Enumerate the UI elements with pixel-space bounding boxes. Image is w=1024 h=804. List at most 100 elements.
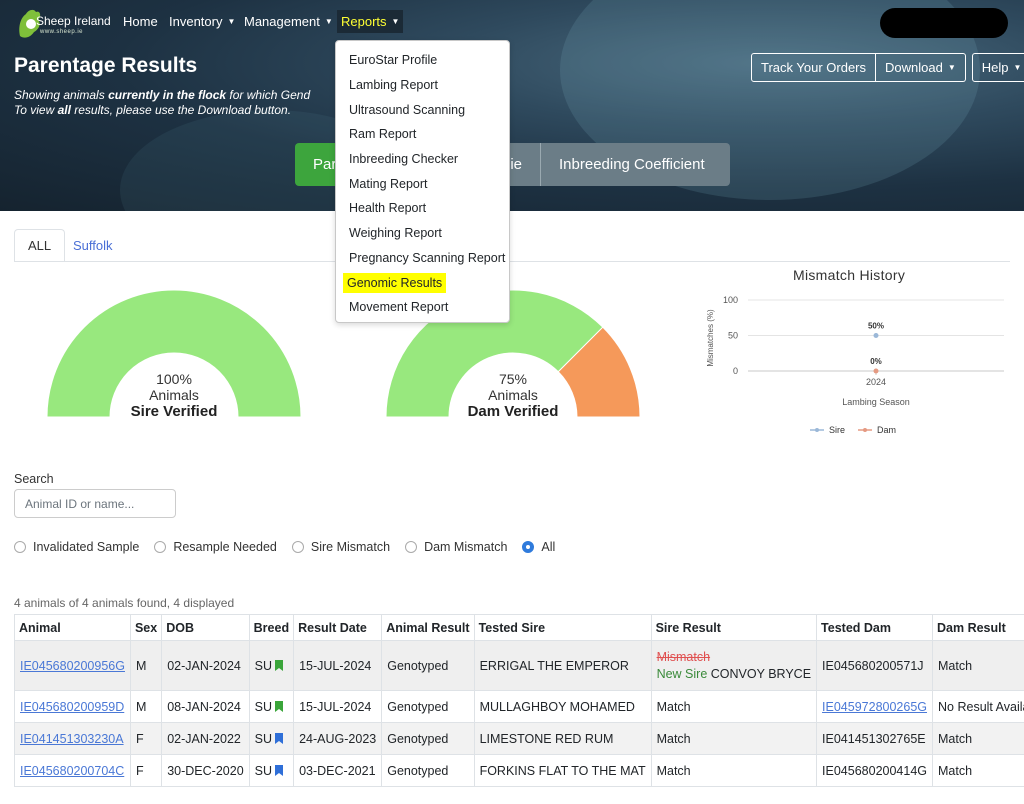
page-subtitle: Showing animals currently in the flock f… <box>14 88 311 117</box>
menu-item-ram-report[interactable]: Ram Report <box>336 122 509 147</box>
tested-sire-cell: LIMESTONE RED RUM <box>473 722 652 755</box>
dam-result-cell: No Result Available <box>932 690 1024 723</box>
animal-result-cell: Genotyped <box>381 640 475 691</box>
filter-sire-mismatch[interactable]: Sire Mismatch <box>291 540 390 554</box>
help-button[interactable]: Help ▼ <box>971 53 1024 82</box>
tested-dam-link[interactable]: IE045972800265G <box>822 700 927 714</box>
radio-circle-selected[interactable] <box>522 541 535 553</box>
chevron-down-icon: ▼ <box>947 63 956 72</box>
dob-cell: 02-JAN-2024 <box>161 640 250 691</box>
header-actions: Track Your Orders Download ▼ Help ▼ <box>751 53 1024 82</box>
track-orders-button[interactable]: Track Your Orders <box>751 53 877 82</box>
tabs-divider <box>14 261 1010 262</box>
menu-item-movement-report[interactable]: Movement Report <box>336 295 509 320</box>
radio-circle[interactable] <box>14 541 26 553</box>
col-tested-sire[interactable]: Tested Sire <box>473 614 652 641</box>
result-date-cell: 24-AUG-2023 <box>293 722 383 755</box>
result-date-cell: 03-DEC-2021 <box>293 754 383 787</box>
top-nav: Sheep Ireland www.sheep.ie Home Inventor… <box>0 0 1024 44</box>
sire-caption: Sire Verified <box>130 403 218 420</box>
new-sire-name: CONVOY BRYCE <box>710 666 812 681</box>
col-breed[interactable]: Breed <box>248 614 295 641</box>
menu-item-pregnancy-scanning-report[interactable]: Pregnancy Scanning Report <box>336 246 509 271</box>
sire-data-point[interactable] <box>873 333 879 338</box>
logo-text: Sheep Ireland <box>36 14 111 28</box>
filter-all[interactable]: All <box>522 540 555 554</box>
radio-circle[interactable] <box>154 541 167 553</box>
sex-cell: M <box>129 640 163 691</box>
menu-item-mating-report[interactable]: Mating Report <box>336 171 509 196</box>
menu-item-lambing-report[interactable]: Lambing Report <box>336 73 509 98</box>
menu-item-genomic-results[interactable]: Genomic Results <box>336 270 509 295</box>
menu-item-inbreeding-checker[interactable]: Inbreeding Checker <box>336 147 509 172</box>
animal-link[interactable]: IE045680200704C <box>20 764 124 778</box>
nav-inventory[interactable]: Inventory ▼ <box>169 14 235 29</box>
bookmark-icon <box>275 659 284 671</box>
user-menu-redacted[interactable] <box>880 8 1008 38</box>
sire-percent: 100% <box>156 371 192 387</box>
menu-item-weighing-report[interactable]: Weighing Report <box>336 221 509 246</box>
sire-unit: Animals <box>149 387 199 403</box>
x-tick-label: 2024 <box>866 377 886 387</box>
result-date-cell: 15-JUL-2024 <box>293 640 383 691</box>
dam-data-label: 0% <box>870 357 882 366</box>
sire-result-cell: Match <box>650 754 818 787</box>
download-button[interactable]: Download ▼ <box>876 53 966 82</box>
tested-dam-cell: IE045680200414G <box>816 754 934 787</box>
animal-link[interactable]: IE041451303230A <box>20 732 124 746</box>
animal-link[interactable]: IE045680200959D <box>20 700 124 714</box>
dam-data-point[interactable] <box>873 368 879 374</box>
radio-circle[interactable] <box>405 541 418 553</box>
dob-cell: 08-JAN-2024 <box>161 690 250 723</box>
animal-result-cell: Genotyped <box>381 754 475 787</box>
tested-sire-cell: ERRIGAL THE EMPEROR <box>473 640 652 691</box>
col-tested-dam[interactable]: Tested Dam <box>816 614 934 641</box>
menu-item-ultrasound-scanning[interactable]: Ultrasound Scanning <box>336 97 509 122</box>
legend-dam[interactable]: Dam <box>877 425 896 435</box>
tab-all[interactable]: ALL <box>14 229 66 262</box>
toggle-inbreeding-coefficient[interactable]: Inbreeding Coefficient <box>540 143 730 186</box>
col-animal-result[interactable]: Animal Result <box>381 614 475 641</box>
y-tick-label: 50 <box>728 331 738 341</box>
tested-sire-cell: MULLAGHBOY MOHAMED <box>473 690 652 723</box>
y-axis-label: Mismatches (%) <box>706 309 715 367</box>
nav-reports[interactable]: Reports ▼ <box>337 10 404 33</box>
dam-percent: 75% <box>498 371 528 387</box>
col-dob[interactable]: DOB <box>161 614 250 641</box>
filter-resample-needed[interactable]: Resample Needed <box>154 540 277 554</box>
table-row: IE045680200704C F 30-DEC-2020 SU 03-DEC-… <box>14 754 1024 787</box>
col-sex[interactable]: Sex <box>129 614 163 641</box>
table-row: IE045680200956G M 02-JAN-2024 SU 15-JUL-… <box>14 640 1024 691</box>
menu-item-eurostar-profile[interactable]: EuroStar Profile <box>336 48 509 73</box>
bookmark-icon <box>275 700 284 712</box>
col-animal[interactable]: Animal <box>14 614 131 641</box>
dam-gauge-label: 75% Animals Dam Verified <box>443 371 583 420</box>
x-axis-label: Lambing Season <box>842 397 910 407</box>
sex-cell: M <box>129 690 163 723</box>
search-input[interactable] <box>14 489 176 518</box>
filter-dam-mismatch[interactable]: Dam Mismatch <box>405 540 507 554</box>
radio-circle[interactable] <box>291 541 304 553</box>
col-sire-result[interactable]: Sire Result <box>650 614 818 641</box>
col-result-date[interactable]: Result Date <box>293 614 383 641</box>
dam-caption: Dam Verified <box>467 403 559 420</box>
menu-item-health-report[interactable]: Health Report <box>336 196 509 221</box>
animal-link[interactable]: IE045680200956G <box>20 659 125 673</box>
result-filter-radios: Invalidated Sample Resample Needed Sire … <box>14 539 570 555</box>
reports-dropdown-menu: EuroStar Profile Lambing Report Ultrasou… <box>335 40 510 323</box>
col-dam-result[interactable]: Dam Result <box>932 614 1024 641</box>
search-label: Search <box>14 472 54 486</box>
parentage-results-table: Animal Sex DOB Breed Result Date Animal … <box>14 614 1024 787</box>
page-title: Parentage Results <box>14 54 198 77</box>
legend-sire[interactable]: Sire <box>829 425 845 435</box>
filter-invalidated-sample[interactable]: Invalidated Sample <box>14 540 139 554</box>
sex-cell: F <box>129 722 163 755</box>
tested-sire-cell: FORKINS FLAT TO THE MAT <box>473 754 652 787</box>
dam-unit: Animals <box>488 387 538 403</box>
nav-management[interactable]: Management ▼ <box>244 14 333 29</box>
nav-home[interactable]: Home <box>123 14 158 29</box>
sire-result-cell: Mismatch New Sire CONVOY BRYCE <box>650 640 818 691</box>
chevron-down-icon: ▼ <box>1013 63 1022 72</box>
tab-suffolk[interactable]: Suffolk <box>60 229 126 262</box>
dob-cell: 30-DEC-2020 <box>161 754 250 787</box>
